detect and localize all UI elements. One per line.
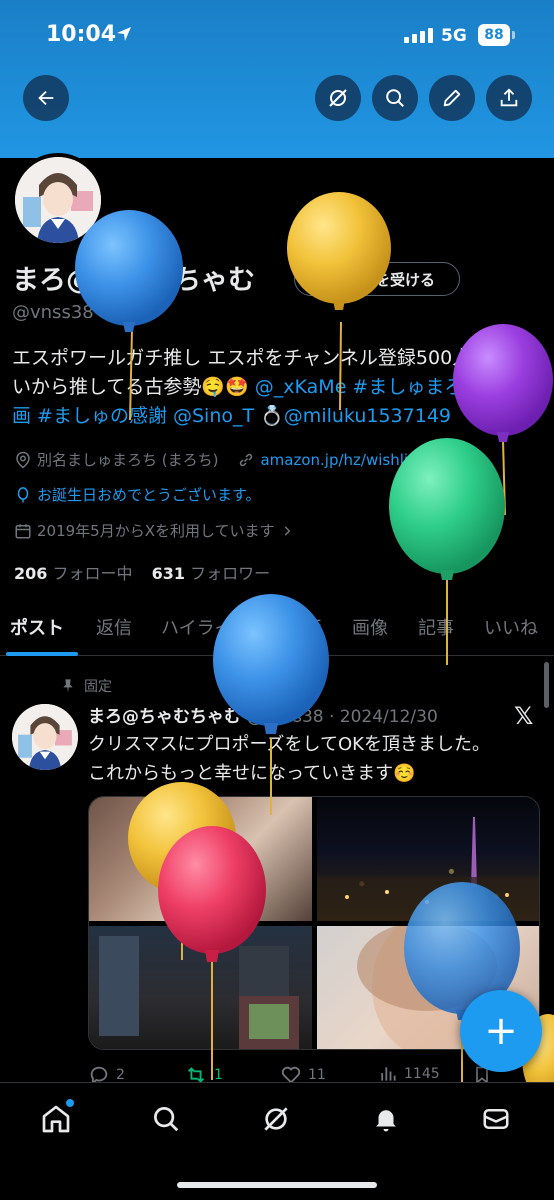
home-icon (42, 1105, 70, 1133)
calendar-icon (15, 523, 31, 538)
pinned-indicator: 固定 (60, 676, 112, 696)
back-button[interactable] (23, 75, 69, 121)
nav-search[interactable] (146, 1099, 186, 1139)
post-header: まろ@ちゃむちゃむ @vnss38 · 2024/12/30 (88, 702, 438, 727)
like-count: 11 (308, 1067, 326, 1083)
profile-bio: エスポワールガチ推し エスポをチャンネル登録500人くら いから推してる古参勢🤤… (12, 344, 552, 431)
post-meta: @vnss38 · 2024/12/30 (246, 707, 438, 727)
balloon-icon (17, 486, 29, 502)
nav-messages[interactable] (476, 1099, 516, 1139)
tab-replies[interactable]: 返信 (96, 614, 132, 640)
followers-label: フォロワー (190, 564, 271, 583)
get-verified-button[interactable]: 認証を受ける (294, 262, 460, 296)
post-image[interactable] (89, 926, 312, 1049)
pin-icon (63, 679, 73, 693)
view-count: 1145 (404, 1066, 440, 1082)
share-icon (500, 88, 518, 107)
verified-badge-icon (321, 270, 337, 288)
bio-link[interactable]: @_xKaMe #ましゅまろち企 (255, 376, 502, 398)
home-indicator[interactable] (177, 1182, 377, 1188)
profile-handle: @vnss38 (12, 302, 94, 323)
edit-button[interactable] (429, 75, 475, 121)
bio-line: いから推してる古参勢🤤🤩 (12, 376, 255, 398)
active-tab-indicator (6, 652, 78, 656)
search-icon (386, 89, 404, 107)
tab-videos[interactable]: 動画 (286, 614, 322, 640)
profile-meta-row[interactable]: 2019年5月からXを利用しています (14, 520, 294, 541)
scrollbar[interactable] (544, 662, 549, 708)
link-icon (240, 453, 253, 466)
tab-images[interactable]: 画像 (352, 614, 388, 640)
post-image[interactable] (317, 797, 539, 921)
profile-avatar[interactable] (11, 153, 105, 247)
birthday-text: お誕生日おめでとうございます。 (37, 486, 261, 504)
following-label: フォロー中 (52, 564, 133, 583)
post-text-line: これからもっと幸せになっていきます☺️ (88, 763, 416, 784)
bell-icon (376, 1110, 396, 1132)
search-icon (154, 1107, 179, 1132)
tab-articles[interactable]: 記事 (418, 614, 454, 640)
post-image[interactable] (89, 797, 312, 921)
status-bar: 10:04 5G 88 (0, 0, 554, 70)
following-count: 206 (14, 564, 48, 583)
location-arrow-icon (116, 26, 132, 46)
views-button[interactable]: 1145 (378, 1064, 440, 1084)
post-avatar[interactable] (12, 704, 78, 770)
post-author-name[interactable]: まろ@ちゃむちゃむ (88, 707, 241, 727)
grok-icon (264, 1107, 288, 1131)
nav-home[interactable] (36, 1099, 76, 1139)
pencil-icon (443, 89, 461, 107)
verify-label: 認証を受ける (344, 270, 435, 289)
nav-grok[interactable] (256, 1099, 296, 1139)
notification-dot (66, 1099, 74, 1107)
profile-tabs: ポスト 返信 ハイライト 動画 画像 記事 いいね (0, 604, 554, 656)
views-icon (381, 1067, 396, 1081)
back-arrow-icon (38, 90, 54, 106)
tab-posts[interactable]: ポスト (10, 614, 64, 640)
post-text-line: クリスマスにプロポーズをしてOKを頂きました。 (88, 734, 490, 755)
tab-highlights[interactable]: ハイライト (161, 614, 251, 640)
network-type: 5G (441, 26, 467, 46)
bio-line: エスポワールガチ推し エスポをチャンネル登録500人くら (12, 347, 510, 369)
signal-icon (404, 28, 433, 43)
profile-meta-row: 別名ましゅまろち (まろち) amazon.jp/hz/wishlist/ls.… (14, 449, 453, 470)
chevron-right-icon (284, 525, 290, 536)
followers-link[interactable]: 631 フォロワー (152, 564, 271, 583)
bio-link[interactable]: 画 #ましゅの感謝 @Sino_T 💍@miluku1537149 (12, 402, 552, 431)
status-time: 10:04 (46, 22, 117, 47)
share-button[interactable] (486, 75, 532, 121)
grok-button[interactable] (315, 75, 361, 121)
x-logo-icon: 𝕏 (514, 702, 534, 730)
grok-icon (329, 89, 347, 107)
compose-post-button[interactable]: + (460, 990, 542, 1072)
following-link[interactable]: 206 フォロー中 (14, 564, 133, 583)
profile-name: まろ@ちゃむちゃむ (12, 265, 255, 296)
mail-icon (483, 1109, 509, 1129)
followers-count: 631 (151, 564, 186, 583)
pinned-label: 固定 (84, 679, 112, 695)
search-button[interactable] (372, 75, 418, 121)
joined-date: 2019年5月からXを利用しています (37, 522, 275, 540)
reply-count: 2 (116, 1067, 125, 1083)
post-text: クリスマスにプロポーズをしてOKを頂きました。 これからもっと幸せになっていきま… (88, 730, 538, 788)
profile-meta-row: お誕生日おめでとうございます。 (14, 484, 261, 505)
nav-notifications[interactable] (366, 1099, 406, 1139)
repost-count: 1 (214, 1067, 223, 1083)
follow-counts: 206 フォロー中 631 フォロワー (14, 560, 270, 584)
location-pin-icon (16, 451, 30, 468)
profile-location: 別名ましゅまろち (まろち) (37, 451, 219, 469)
tab-likes[interactable]: いいね (484, 614, 538, 640)
battery-icon: 88 (478, 24, 515, 46)
profile-website-link[interactable]: amazon.jp/hz/wishlist/ls... (260, 451, 453, 469)
